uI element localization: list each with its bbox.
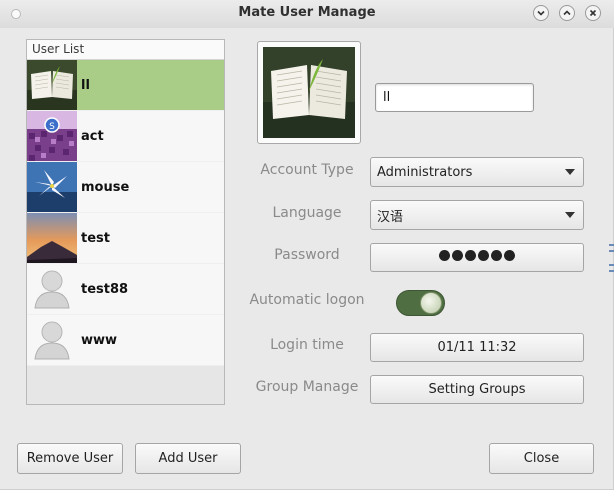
chevron-up-icon <box>563 10 571 16</box>
lily-flower-avatar <box>27 162 77 212</box>
toggle-knob-icon <box>420 292 442 314</box>
edge-marker <box>609 264 614 266</box>
remove-user-label: Remove User <box>26 451 114 466</box>
remove-user-button[interactable]: Remove User <box>17 443 123 474</box>
setting-groups-label: Setting Groups <box>428 382 526 397</box>
user-list-item[interactable]: www <box>27 315 224 366</box>
book-photo-avatar <box>27 60 77 110</box>
username-input[interactable]: ll <box>375 83 534 112</box>
user-list-header: User List <box>27 40 224 60</box>
password-dot <box>465 250 476 261</box>
language-select[interactable]: 汉语 <box>370 200 584 230</box>
default-person-avatar <box>27 315 77 365</box>
user-list-item[interactable]: test <box>27 213 224 264</box>
password-dot <box>439 250 450 261</box>
account-type-label: Account Type <box>260 162 354 178</box>
edge-marker <box>609 270 614 272</box>
password-mask <box>438 250 516 265</box>
password-dot <box>491 250 502 261</box>
close-window-button[interactable] <box>585 5 601 21</box>
language-value: 汉语 <box>377 209 404 225</box>
default-person-avatar <box>27 264 77 314</box>
language-label: Language <box>272 205 342 221</box>
mountain-sunset-avatar <box>27 213 77 263</box>
login-time-label: Login time <box>270 337 344 353</box>
close-icon <box>589 9 597 17</box>
user-name: ll <box>81 77 90 93</box>
dropdown-arrow-icon <box>565 212 575 218</box>
user-name: mouse <box>81 179 130 195</box>
automatic-logon-label: Automatic logon <box>249 292 365 308</box>
user-name: test88 <box>81 281 129 297</box>
title-bar[interactable]: Mate User Manage <box>0 0 614 29</box>
account-type-value: Administrators <box>377 164 473 180</box>
password-dot <box>452 250 463 261</box>
account-type-select[interactable]: Administrators <box>370 157 584 187</box>
password-label: Password <box>274 247 340 263</box>
password-dot <box>478 250 489 261</box>
password-dot <box>504 250 515 261</box>
login-time-display: 01/11 11:32 <box>370 333 584 362</box>
group-manage-label: Group Manage <box>255 379 359 395</box>
automatic-logon-toggle[interactable] <box>396 290 445 316</box>
setting-groups-button[interactable]: Setting Groups <box>370 375 584 404</box>
user-list-item[interactable]: test88 <box>27 264 224 315</box>
login-time-value: 01/11 11:32 <box>437 340 517 355</box>
user-list[interactable]: User List ll S act mouse test test88 www <box>26 39 225 405</box>
profile-picture-button[interactable] <box>257 41 361 144</box>
edge-marker <box>609 250 614 252</box>
close-button[interactable]: Close <box>489 443 594 474</box>
chevron-down-icon <box>537 10 545 16</box>
purple-mosaic-avatar: S <box>27 111 77 161</box>
maximize-button[interactable] <box>559 5 575 21</box>
user-name: act <box>81 128 104 144</box>
minimize-button[interactable] <box>533 5 549 21</box>
close-label: Close <box>523 451 560 466</box>
user-list-item[interactable]: S act <box>27 111 224 162</box>
book-photo-image <box>263 47 355 138</box>
add-user-label: Add User <box>158 451 218 466</box>
user-name: www <box>81 332 118 348</box>
add-user-button[interactable]: Add User <box>135 443 241 474</box>
user-list-item[interactable]: ll <box>27 60 224 111</box>
svg-text:S: S <box>49 122 55 132</box>
change-password-button[interactable] <box>370 243 584 272</box>
dropdown-arrow-icon <box>565 169 575 175</box>
user-name: test <box>81 230 110 246</box>
window-title: Mate User Manage <box>238 5 376 20</box>
user-list-item[interactable]: mouse <box>27 162 224 213</box>
edge-marker <box>609 244 614 246</box>
